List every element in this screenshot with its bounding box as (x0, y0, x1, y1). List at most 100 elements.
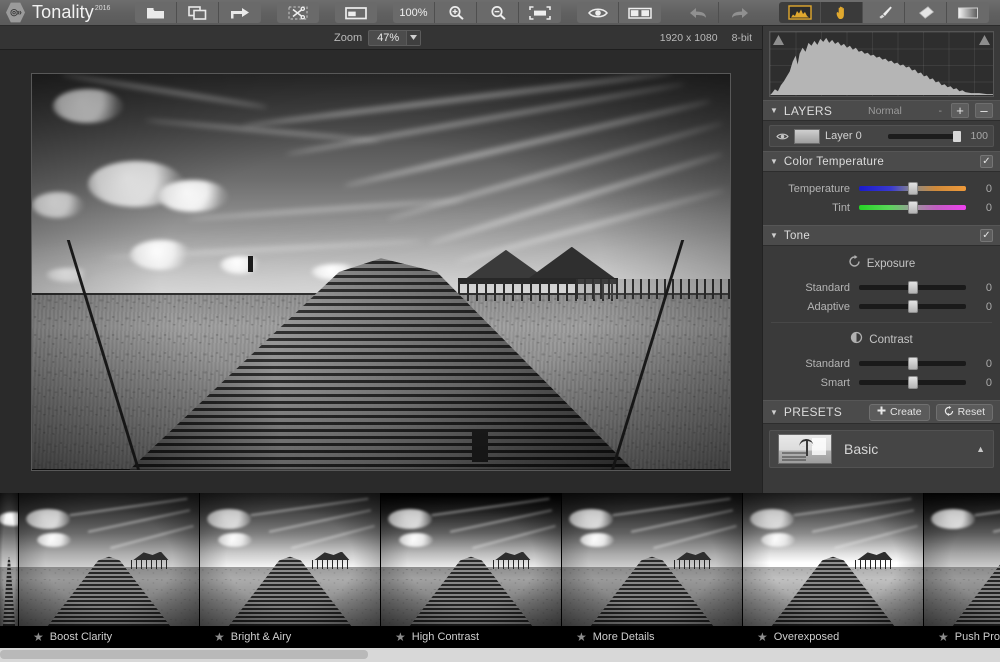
layers-section-header[interactable]: ▼ LAYERS Normal - + – (763, 100, 1000, 121)
color-temperature-title: Color Temperature (783, 155, 885, 168)
redo-button[interactable] (719, 2, 761, 23)
tools-group (779, 2, 989, 23)
histogram-panel[interactable] (769, 31, 994, 97)
slider-handle[interactable] (907, 376, 918, 389)
eraser-tool-button[interactable] (905, 2, 947, 23)
zoom-100-button[interactable]: 100% (393, 2, 435, 23)
contrast-smart-label: Smart (820, 376, 850, 389)
star-icon[interactable]: ★ (33, 631, 44, 643)
chevron-down-icon[interactable]: ▼ (770, 408, 778, 417)
crop-button[interactable] (277, 2, 319, 23)
preset-caption[interactable]: ★ Overexposed (743, 626, 923, 648)
exposure-standard-slider[interactable] (859, 281, 966, 294)
zoom-out-button[interactable] (477, 2, 519, 23)
create-preset-button[interactable]: Create (869, 403, 930, 421)
remove-layer-button[interactable]: – (975, 103, 993, 118)
preset-thumb-overexposed[interactable]: ★ Overexposed (743, 493, 924, 648)
chevron-down-icon[interactable] (406, 30, 421, 45)
brush-tool-button[interactable] (863, 2, 905, 23)
crop-group (277, 2, 319, 23)
chevron-up-icon[interactable]: ▲ (976, 444, 985, 454)
star-icon[interactable]: ★ (938, 631, 949, 643)
slider-handle[interactable] (907, 357, 918, 370)
undo-button[interactable] (677, 2, 719, 23)
temperature-slider-row: Temperature 0 (763, 179, 1000, 198)
fit-to-screen-button[interactable] (519, 2, 561, 23)
filmstrip-scrollbar-thumb[interactable] (0, 650, 368, 659)
presets-section-header[interactable]: ▼ PRESETS Create Reset (763, 400, 1000, 424)
open-image-button[interactable] (135, 2, 177, 23)
star-icon[interactable]: ★ (757, 631, 768, 643)
preview-image[interactable] (31, 72, 731, 471)
compare-panel-button[interactable] (335, 2, 377, 23)
histogram-toggle-button[interactable] (779, 2, 821, 23)
eye-icon[interactable] (775, 132, 789, 141)
star-icon[interactable]: ★ (395, 631, 406, 643)
preset-preview-image (381, 493, 561, 626)
image-canvas[interactable] (0, 50, 762, 493)
share-export-button[interactable] (219, 2, 261, 23)
contrast-standard-slider[interactable] (859, 357, 966, 370)
star-icon[interactable]: ★ (214, 631, 225, 643)
temperature-slider[interactable] (859, 182, 966, 195)
preset-caption[interactable]: ★ Bright & Airy (200, 626, 380, 648)
slider-handle[interactable] (907, 182, 918, 195)
image-dimensions: 1920 x 1080 (659, 31, 718, 44)
preset-caption[interactable]: ★ High Contrast (381, 626, 561, 648)
exposure-group-header[interactable]: Exposure (763, 253, 1000, 275)
presets-filmstrip[interactable]: ★ Boost Clarity ★ Bright & Airy ★ High C… (0, 493, 1000, 648)
slider-handle[interactable] (953, 130, 961, 142)
layer-row[interactable]: Layer 0 100 (769, 125, 994, 147)
basic-preset-thumbnail (778, 434, 832, 464)
duplicate-layers-button[interactable] (177, 2, 219, 23)
redo-arrow-icon (732, 7, 748, 18)
preset-name: Bright & Airy (230, 631, 292, 643)
zoom-select[interactable]: 47% (368, 29, 422, 46)
layer-opacity-slider[interactable] (888, 130, 961, 142)
quick-preview-button[interactable] (577, 2, 619, 23)
preset-thumb-partial[interactable] (0, 493, 19, 648)
zoom-in-button[interactable] (435, 2, 477, 23)
chevron-down-icon[interactable]: ▼ (770, 157, 778, 166)
reset-presets-button[interactable]: Reset (935, 403, 993, 421)
app-name: Tonality (32, 2, 94, 22)
layer-thumbnail[interactable] (794, 128, 820, 144)
tint-slider[interactable] (859, 201, 966, 214)
preset-thumb-high-contrast[interactable]: ★ High Contrast (381, 493, 562, 648)
add-layer-button[interactable]: + (951, 103, 969, 118)
gradient-tool-button[interactable] (947, 2, 989, 23)
slider-handle[interactable] (907, 300, 918, 313)
preset-thumb-push-process[interactable]: ★ Push Proce (924, 493, 1000, 648)
share-arrow-icon (231, 7, 249, 18)
slider-handle[interactable] (907, 281, 918, 294)
tone-section-header[interactable]: ▼ Tone ✓ (763, 225, 1000, 246)
chevron-down-icon[interactable]: ▼ (770, 231, 778, 240)
contrast-smart-slider[interactable] (859, 376, 966, 389)
color-temperature-section-header[interactable]: ▼ Color Temperature ✓ (763, 151, 1000, 172)
exposure-reset-icon[interactable] (848, 255, 861, 273)
contrast-group-header[interactable]: Contrast (763, 329, 1000, 351)
temperature-value: 0 (985, 182, 992, 195)
before-after-button[interactable] (619, 2, 661, 23)
color-temperature-enable-checkbox[interactable]: ✓ (980, 155, 993, 168)
preset-caption[interactable]: ★ Boost Clarity (19, 626, 199, 648)
chevron-down-icon[interactable]: - (939, 105, 943, 117)
tone-enable-checkbox[interactable]: ✓ (980, 229, 993, 242)
chevron-down-icon[interactable]: ▼ (770, 106, 778, 115)
tint-label: Tint (832, 201, 850, 214)
preset-caption[interactable]: ★ Push Proce (924, 626, 1000, 648)
preset-thumb-boost-clarity[interactable]: ★ Boost Clarity (19, 493, 200, 648)
blend-mode-select[interactable]: Normal - (865, 103, 945, 118)
preset-thumb-more-details[interactable]: ★ More Details (562, 493, 743, 648)
fit-screen-icon (529, 5, 551, 20)
star-icon[interactable]: ★ (576, 631, 587, 643)
preset-thumb-bright-airy[interactable]: ★ Bright & Airy (200, 493, 381, 648)
preset-category-basic[interactable]: Basic ▲ (769, 430, 994, 468)
preset-caption[interactable]: ★ More Details (562, 626, 742, 648)
tint-slider-row: Tint 0 (763, 198, 1000, 217)
contrast-half-circle-icon[interactable] (850, 331, 863, 349)
preset-category-label: Basic (844, 441, 879, 457)
slider-handle[interactable] (907, 201, 918, 214)
hand-tool-button[interactable] (821, 2, 863, 23)
exposure-adaptive-slider[interactable] (859, 300, 966, 313)
